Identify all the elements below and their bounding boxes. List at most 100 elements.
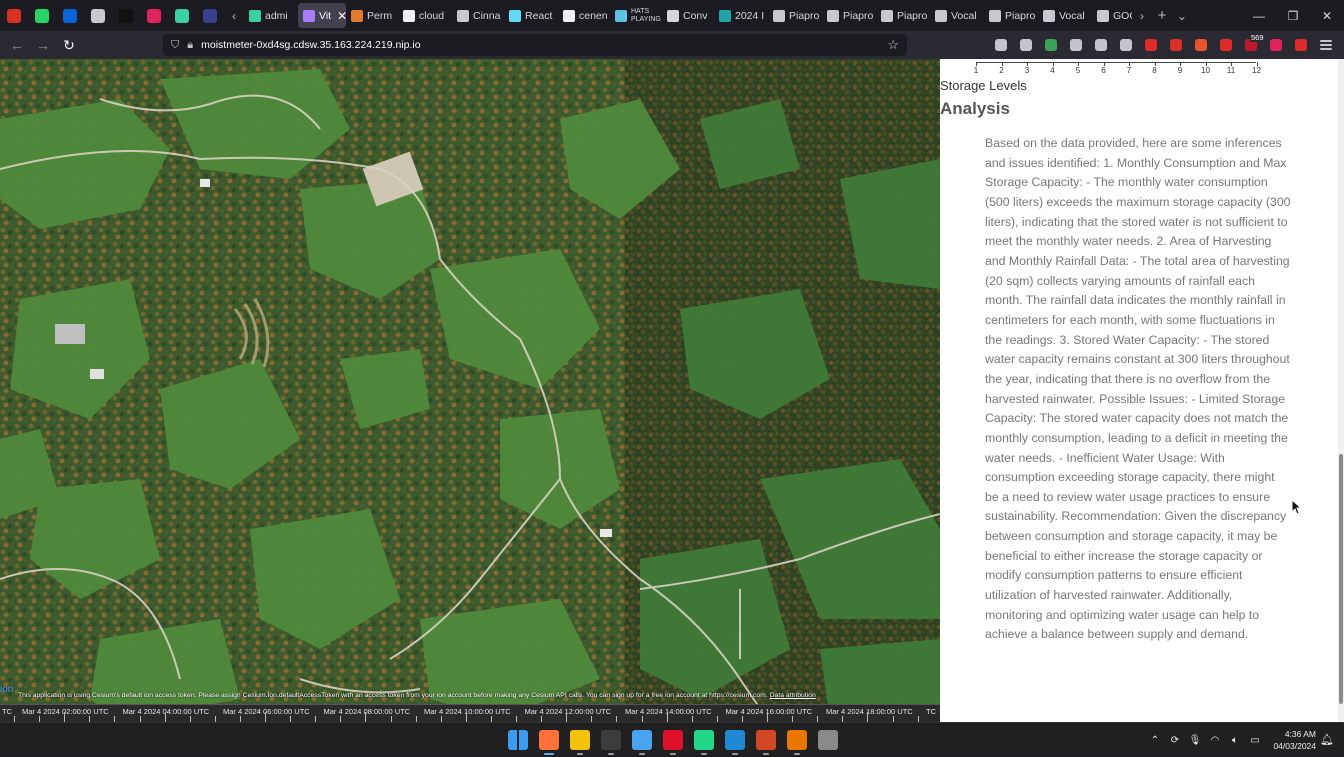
browser-tab[interactable]: Vit ✕ (298, 3, 346, 28)
browser-tab[interactable]: Piapro (768, 3, 822, 28)
blender-icon[interactable] (787, 730, 807, 750)
tray-chevron-icon[interactable]: ⌃ (1145, 735, 1165, 746)
terminal-icon[interactable] (601, 730, 621, 750)
scrollbar-thumb[interactable] (1339, 454, 1343, 704)
pycharm-icon[interactable] (694, 730, 714, 750)
close-tab-icon[interactable]: ✕ (337, 9, 346, 23)
running-indicator (608, 753, 614, 755)
reload-button[interactable]: ↻ (56, 32, 82, 58)
pinned-tab[interactable] (140, 0, 168, 31)
data-attribution-link[interactable]: Data attribution (770, 692, 816, 699)
cesium-token-warning: This application is using Cesium's defau… (18, 692, 768, 699)
pocket-icon[interactable] (988, 31, 1013, 59)
dark-mode-icon[interactable] (1113, 31, 1138, 59)
browser-tab[interactable]: Cinna (452, 3, 504, 28)
axis-tick-label: 2 (999, 66, 1004, 75)
close-window-button[interactable]: ✕ (1310, 9, 1344, 23)
url-text[interactable]: moistmeter-0xd4sg.cdsw.35.163.224.219.ni… (201, 39, 420, 51)
powerpoint-icon[interactable] (756, 730, 776, 750)
back-button[interactable]: ← (4, 32, 30, 58)
satellite-imagery[interactable] (0, 59, 940, 722)
cesium-credit-bar: ion This application is using Cesium's d… (0, 684, 940, 703)
heart-extension-icon[interactable] (1288, 31, 1313, 59)
linear-icon (203, 8, 217, 23)
browser-tab[interactable]: React (504, 3, 558, 28)
piapro-icon (1097, 9, 1109, 22)
list-all-tabs-icon[interactable]: ⌄ (1172, 9, 1192, 23)
lock-extension-icon[interactable] (1213, 31, 1238, 59)
minimize-button[interactable]: — (1242, 9, 1276, 23)
shield-icon[interactable]: ⛉ (171, 39, 179, 52)
screenshot-icon[interactable] (1188, 31, 1213, 59)
page-scrollbar[interactable] (1338, 59, 1344, 722)
axis-tick-label: 9 (1177, 66, 1183, 75)
ublock-icon[interactable]: 569 (1238, 31, 1265, 59)
mouse-cursor-icon (1291, 499, 1303, 515)
browser-tab[interactable]: Vocal (930, 3, 984, 28)
browser-tab[interactable]: cloud (398, 3, 452, 28)
pinned-tab[interactable] (56, 0, 84, 31)
taskbar-clock[interactable]: 4:36 AM 04/03/2024 (1266, 728, 1316, 752)
pinned-tab[interactable] (112, 0, 140, 31)
battery-icon[interactable]: ▭ (1245, 735, 1265, 746)
extension-glyph (1044, 39, 1057, 51)
pinned-tab[interactable] (0, 0, 28, 31)
chat-icon[interactable] (1088, 31, 1113, 59)
volume-icon[interactable]: 🔈︎ (1225, 735, 1245, 746)
cesium-map-viewport[interactable]: ion This application is using Cesium's d… (0, 59, 940, 722)
browser-tab[interactable]: Vocal (1038, 3, 1092, 28)
browser-tab[interactable]: admi (244, 3, 298, 28)
tab-scroll-left-icon[interactable]: ‹ (224, 9, 244, 23)
start-icon[interactable] (508, 730, 528, 750)
record-icon[interactable] (1163, 31, 1188, 59)
browser-tab[interactable]: Piapro (822, 3, 876, 28)
tray-sync-icon[interactable]: ⟳ (1165, 735, 1185, 746)
lock-icon[interactable]: 🔒︎ (187, 39, 193, 52)
firefox-icon[interactable] (539, 730, 559, 750)
tab-label: cenen (579, 9, 608, 22)
wifi-icon[interactable]: ◠ (1205, 735, 1225, 746)
browser-tab[interactable]: Piapro (876, 3, 930, 28)
microphone-icon[interactable]: 🎙︎ (1185, 735, 1205, 746)
cesium-ion-logo[interactable]: ion (0, 683, 13, 697)
tab-scroll-right-icon[interactable]: › (1132, 9, 1152, 23)
green-extension-icon[interactable] (1038, 31, 1063, 59)
tab-strip: ‹ admi Vit ✕ Perm cloud Cinna React cenen HATS P… (0, 0, 1344, 31)
file-explorer-icon[interactable] (570, 730, 590, 750)
browser-tab[interactable]: GOO (1092, 3, 1132, 28)
extension-glyph (994, 39, 1007, 51)
download-icon[interactable] (1013, 31, 1038, 59)
pinned-tab[interactable] (28, 0, 56, 31)
pinned-tab[interactable] (196, 0, 224, 31)
browser-tab[interactable]: Conv (662, 3, 714, 28)
browser-tab[interactable]: cenen (558, 3, 610, 28)
opera-icon[interactable] (663, 730, 683, 750)
red-extension-icon[interactable] (1138, 31, 1163, 59)
timeline-bar[interactable]: TC Mar 4 2024 02:00:00 UTC Mar 4 2024 04:… (0, 704, 940, 722)
tab-label: Vocal (1059, 9, 1085, 22)
timeline-tick (64, 712, 66, 722)
bookmark-star-icon[interactable]: ☆ (887, 37, 899, 53)
browser-tab[interactable]: Perm (346, 3, 398, 28)
restore-button[interactable]: ❐ (1276, 9, 1310, 23)
vscode-icon[interactable] (725, 730, 745, 750)
tab-label: 2024 I (735, 9, 765, 22)
forward-button[interactable]: → (30, 32, 56, 58)
browser-tab[interactable]: Piapro (984, 3, 1038, 28)
extensions-icon[interactable] (1063, 31, 1088, 59)
notification-bell-icon[interactable]: 🔔︎ (1320, 733, 1334, 746)
url-bar[interactable]: ⛉ 🔒︎ moistmeter-0xd4sg.cdsw.35.163.224.2… (163, 34, 907, 56)
new-tab-button[interactable]: + (1152, 7, 1172, 24)
tab-label: GOO (1113, 9, 1132, 22)
github-icon (403, 9, 415, 22)
b-extension-icon[interactable] (1263, 31, 1288, 59)
pinned-tab[interactable] (168, 0, 196, 31)
menu-icon[interactable] (1313, 31, 1338, 59)
browser-tab[interactable]: 2024 I (714, 3, 768, 28)
analysis-panel: 1 2 3 4 5 6 7 8 9 10 11 12 Storage Levels Analysis … (940, 59, 1338, 722)
browser-tab[interactable]: HATS PLAYING (610, 3, 662, 28)
settings-icon[interactable] (818, 730, 838, 750)
pinned-tab[interactable] (84, 0, 112, 31)
piapro-icon (91, 8, 105, 23)
notepad-icon[interactable] (632, 730, 652, 750)
